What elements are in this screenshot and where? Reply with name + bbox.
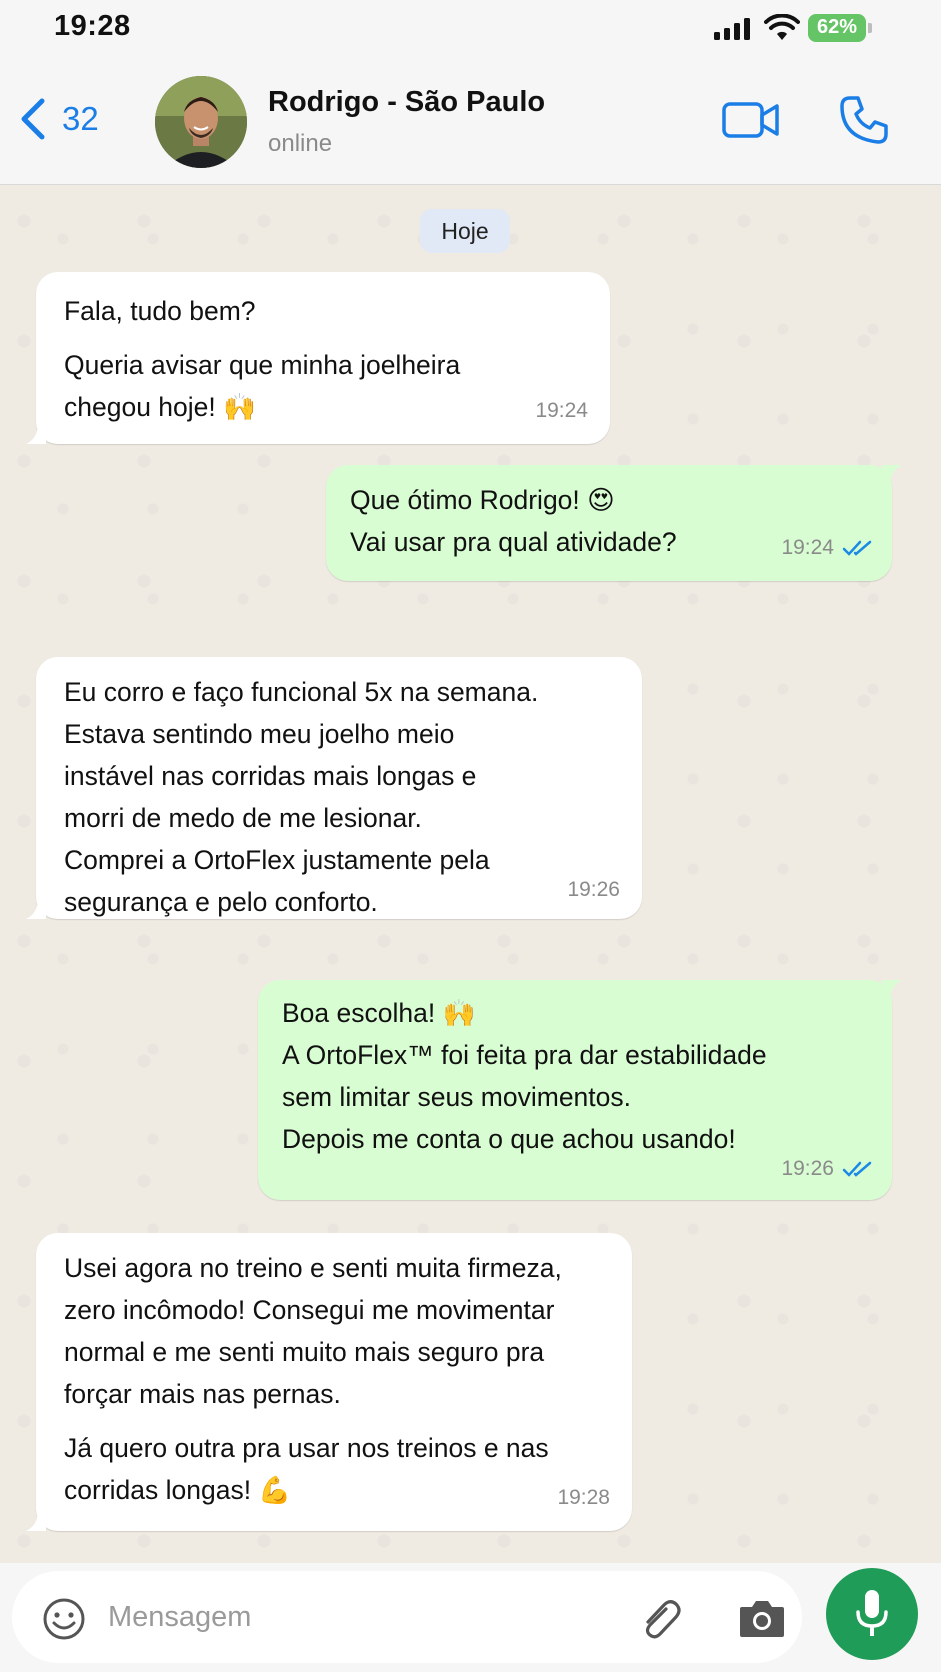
date-separator: Hoje: [420, 209, 510, 253]
message-text: Eu corro e faço funcional 5x na semana.: [64, 677, 539, 707]
message-meta: 19:26: [781, 1148, 874, 1190]
message-text: Que ótimo Rodrigo! 😍: [350, 485, 615, 515]
bubble-tail: [882, 980, 902, 1000]
message-meta: 19:24: [535, 390, 588, 432]
camera-icon[interactable]: [738, 1597, 786, 1639]
message-text: Comprei a OrtoFlex justamente pela: [64, 845, 490, 875]
video-camera-icon[interactable]: [722, 98, 780, 142]
bubble-tail: [882, 465, 902, 485]
read-receipt-icon: [842, 1161, 872, 1177]
battery-level: 62%: [816, 16, 858, 38]
message-text: Usei agora no treino e senti muita firme…: [64, 1253, 562, 1283]
message-time: 19:24: [781, 536, 834, 559]
message-text: Já quero outra pra usar nos treinos e na…: [64, 1433, 549, 1463]
battery-tip: [868, 23, 872, 33]
message-time: 19:26: [781, 1157, 834, 1180]
message-text: zero incômodo! Consegui me movimentar: [64, 1295, 555, 1325]
back-button[interactable]: 32: [18, 94, 99, 144]
message-text: corridas longas! 💪: [64, 1475, 292, 1505]
message-text: segurança e pelo conforto.: [64, 887, 378, 917]
message-text: forçar mais nas pernas.: [64, 1379, 341, 1409]
message-time: 19:24: [535, 399, 588, 422]
message-text: Estava sentindo meu joelho meio: [64, 719, 455, 749]
message-bubble-outgoing[interactable]: Que ótimo Rodrigo! 😍 Vai usar pra qual a…: [326, 465, 902, 581]
bubble-tail: [26, 424, 46, 444]
message-bubble-outgoing[interactable]: Boa escolha! 🙌 A OrtoFlex™ foi feita pra…: [258, 980, 902, 1200]
message-text: sem limitar seus movimentos.: [282, 1082, 632, 1112]
smiley-icon[interactable]: [42, 1597, 86, 1641]
message-placeholder: Mensagem: [108, 1601, 252, 1633]
message-text: Queria avisar que minha joelheira: [64, 350, 461, 380]
composer-bar: Mensagem: [0, 1563, 941, 1672]
unread-count: 32: [62, 100, 99, 137]
read-receipt-icon: [842, 540, 872, 556]
microphone-icon: [856, 1590, 888, 1636]
message-bubble-incoming[interactable]: Eu corro e faço funcional 5x na semana. …: [26, 657, 642, 919]
chevron-left-icon: [21, 98, 45, 140]
message-time: 19:28: [557, 1486, 610, 1509]
bubble-tail: [26, 1511, 46, 1531]
phone-icon[interactable]: [838, 94, 890, 146]
message-text: Depois me conta o que achou usando!: [282, 1124, 736, 1154]
status-time: 19:28: [54, 10, 131, 42]
contact-status: online: [268, 130, 333, 157]
wifi-icon: [764, 14, 800, 40]
chat-area[interactable]: Hoje Fala, tudo bem? Queria avisar que m…: [0, 185, 941, 1563]
avatar-image: [155, 76, 247, 168]
voice-message-button[interactable]: [826, 1568, 918, 1660]
message-input[interactable]: Mensagem: [12, 1571, 802, 1663]
message-text: Boa escolha! 🙌: [282, 998, 476, 1028]
message-time: 19:26: [567, 878, 620, 901]
message-meta: 19:26: [567, 869, 620, 911]
message-text: morri de medo de me lesionar.: [64, 803, 422, 833]
contact-avatar[interactable]: [155, 76, 247, 168]
message-text: instável nas corridas mais longas e: [64, 761, 477, 791]
message-text: chegou hoje! 🙌: [64, 392, 257, 422]
battery-indicator: 62%: [808, 14, 874, 42]
message-text: normal e me senti muito mais seguro pra: [64, 1337, 545, 1367]
message-bubble-incoming[interactable]: Fala, tudo bem? Queria avisar que minha …: [26, 272, 610, 444]
paperclip-icon[interactable]: [636, 1595, 684, 1643]
message-meta: 19:28: [557, 1477, 610, 1519]
message-text: A OrtoFlex™ foi feita pra dar estabilida…: [282, 1040, 767, 1070]
message-bubble-incoming[interactable]: Usei agora no treino e senti muita firme…: [26, 1233, 632, 1531]
cellular-signal-icon: [714, 18, 750, 40]
message-text: Fala, tudo bem?: [64, 296, 256, 326]
message-text: Vai usar pra qual atividade?: [350, 527, 677, 557]
contact-name[interactable]: Rodrigo - São Paulo: [268, 86, 545, 119]
message-meta: 19:24: [781, 527, 874, 569]
chat-header: 32 Rodrigo - São Paulo online: [0, 54, 941, 185]
bubble-tail: [26, 899, 46, 919]
status-bar: 19:28 62%: [0, 0, 941, 54]
